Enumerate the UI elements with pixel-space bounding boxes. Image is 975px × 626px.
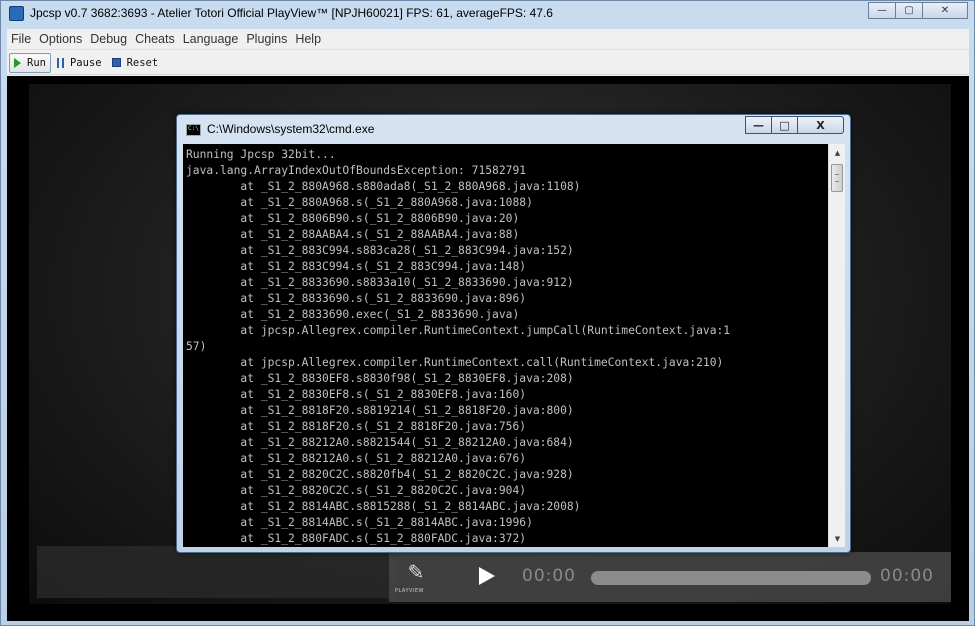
console-line: at jpcsp.Allegrex.compiler.RuntimeContex…: [186, 324, 731, 337]
menu-help[interactable]: Help: [291, 32, 325, 46]
console-line: at _S1_2_883C994.s(_S1_2_883C994.java:14…: [186, 260, 527, 273]
scroll-thumb[interactable]: [831, 164, 843, 192]
menu-debug[interactable]: Debug: [86, 32, 131, 46]
console-text: Running Jpcsp 32bit... java.lang.ArrayInd…: [186, 147, 826, 547]
scroll-up-icon[interactable]: ▲: [831, 146, 844, 159]
pause-icon: [56, 57, 64, 68]
console-line: at _S1_2_880A968.s(_S1_2_880A968.java:10…: [186, 196, 533, 209]
cmd-close-button[interactable]: X: [797, 116, 844, 134]
main-maximize-button[interactable]: ▢: [895, 2, 923, 19]
game-thumbnail-strip: [37, 546, 397, 598]
cmd-window-controls: — □ X: [745, 116, 844, 134]
scroll-down-icon[interactable]: ▼: [831, 532, 844, 545]
console-scrollbar[interactable]: ▲ ▼: [828, 144, 845, 547]
console-line: at _S1_2_8833690.exec(_S1_2_8833690.java…: [186, 308, 520, 321]
menu-options[interactable]: Options: [35, 32, 86, 46]
console-line: at _S1_2_8806B90.s(_S1_2_8806B90.java:20…: [186, 212, 520, 225]
playview-logo-icon: ✎: [407, 560, 425, 584]
pause-button-label: Pause: [69, 56, 102, 69]
console-line: at _S1_2_883C994.s883ca28(_S1_2_883C994.…: [186, 244, 574, 257]
jpcsp-app-icon: [9, 6, 24, 21]
console-line: at _S1_2_880FADC.s(_S1_2_880FADC.java:37…: [186, 532, 527, 545]
menu-language[interactable]: Language: [179, 32, 243, 46]
menu-file[interactable]: File: [7, 32, 35, 46]
console-line: at _S1_2_8818F20.s8819214(_S1_2_8818F20.…: [186, 404, 574, 417]
playview-player-bar: ✎ PLAYVIEW 00:00 00:00: [389, 552, 951, 602]
console-line: at _S1_2_88AABA4.s(_S1_2_88AABA4.java:88…: [186, 228, 520, 241]
reset-icon: [111, 58, 121, 67]
reset-button-label: Reset: [126, 56, 159, 69]
console-line: at _S1_2_8830EF8.s(_S1_2_8830EF8.java:16…: [186, 388, 527, 401]
player-total-time: 00:00: [880, 566, 934, 586]
menubar: File Options Debug Cheats Language Plugi…: [7, 29, 969, 50]
run-button[interactable]: Run: [9, 52, 51, 73]
console-line: at _S1_2_8833690.s(_S1_2_8833690.java:89…: [186, 292, 527, 305]
console-line: at _S1_2_8818F20.s(_S1_2_8818F20.java:75…: [186, 420, 527, 433]
pause-button[interactable]: Pause: [53, 53, 106, 73]
cmd-minimize-button[interactable]: —: [745, 116, 772, 134]
player-play-icon[interactable]: [479, 567, 495, 585]
console-line: at jpcsp.Allegrex.compiler.RuntimeContex…: [186, 356, 724, 369]
player-elapsed-time: 00:00: [522, 566, 576, 586]
console-output-area[interactable]: Running Jpcsp 32bit... java.lang.ArrayInd…: [183, 144, 845, 547]
console-line: at _S1_2_8820C2C.s(_S1_2_8820C2C.java:90…: [186, 484, 527, 497]
cmd-window-title: C:\Windows\system32\cmd.exe: [207, 122, 375, 136]
main-window-controls: — ▢ ✕: [868, 2, 968, 19]
main-minimize-button[interactable]: —: [868, 2, 896, 19]
run-button-label: Run: [27, 56, 46, 69]
console-line: at _S1_2_88212A0.s8821544(_S1_2_88212A0.…: [186, 436, 574, 449]
play-icon: [14, 57, 21, 68]
main-titlebar[interactable]: Jpcsp v0.7 3682:3693 - Atelier Totori Of…: [1, 1, 974, 27]
player-seek-track[interactable]: [591, 571, 871, 585]
cmd-icon: [186, 124, 201, 136]
console-line: at _S1_2_8820C2C.s8820fb4(_S1_2_8820C2C.…: [186, 468, 574, 481]
console-line: 57): [186, 340, 207, 353]
main-window-title: Jpcsp v0.7 3682:3693 - Atelier Totori Of…: [30, 6, 553, 20]
playview-logo-label: PLAYVIEW: [395, 588, 424, 594]
main-close-button[interactable]: ✕: [922, 2, 968, 19]
grip-icon: [835, 174, 839, 182]
console-line: at _S1_2_880A968.s880ada8(_S1_2_880A968.…: [186, 180, 581, 193]
console-line: at _S1_2_8830EF8.s8830f98(_S1_2_8830EF8.…: [186, 372, 574, 385]
menu-plugins[interactable]: Plugins: [242, 32, 291, 46]
reset-button[interactable]: Reset: [108, 53, 163, 73]
console-line: at _S1_2_8833690.s8833a10(_S1_2_8833690.…: [186, 276, 574, 289]
console-line: java.lang.ArrayIndexOutOfBoundsException…: [186, 164, 527, 177]
console-line: at _S1_2_8814ABC.s8815288(_S1_2_8814ABC.…: [186, 500, 581, 513]
cmd-maximize-button[interactable]: □: [771, 116, 798, 134]
toolbar: Run Pause Reset: [7, 51, 969, 75]
menu-cheats[interactable]: Cheats: [131, 32, 179, 46]
console-line: Running Jpcsp 32bit...: [186, 148, 336, 161]
console-line: at _S1_2_88212A0.s(_S1_2_88212A0.java:67…: [186, 452, 527, 465]
console-line: at _S1_2_8814ABC.s(_S1_2_8814ABC.java:19…: [186, 516, 533, 529]
cmd-window: C:\Windows\system32\cmd.exe — □ X Runnin…: [176, 114, 851, 553]
